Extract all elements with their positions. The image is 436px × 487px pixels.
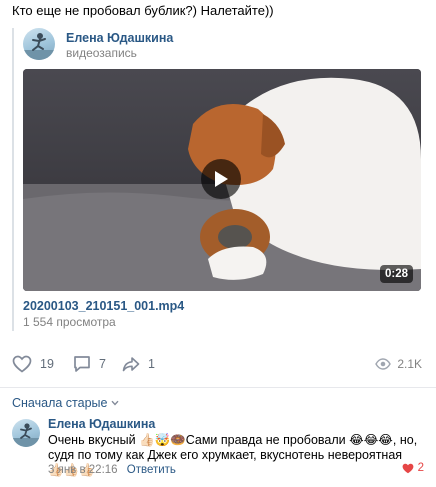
comment-like-button[interactable]: 2 — [402, 462, 424, 474]
comment-author[interactable]: Елена Юдашкина — [48, 417, 155, 431]
eye-icon — [375, 358, 392, 370]
heart-icon — [12, 355, 32, 373]
play-button[interactable] — [201, 159, 241, 199]
share-count: 1 — [148, 357, 155, 371]
play-icon — [215, 171, 228, 187]
video-title[interactable]: 20200103_210151_001.mp4 — [23, 299, 184, 313]
video-views: 1 554 просмотра — [23, 315, 116, 329]
video-duration: 0:28 — [379, 265, 413, 283]
comment-date[interactable]: 3 янв в 22:16 — [48, 464, 118, 476]
repost-block: Елена Юдашкина видеозапись 0:28 20200103… — [12, 28, 422, 331]
comment-button[interactable]: 7 — [73, 350, 106, 378]
avatar-image-icon — [23, 33, 55, 60]
views-count: 2.1K — [397, 357, 422, 371]
chevron-down-icon — [111, 400, 119, 406]
divider — [0, 387, 436, 388]
comments-sort-label: Сначала старые — [12, 396, 108, 410]
like-count: 19 — [40, 357, 54, 371]
share-button[interactable]: 1 — [122, 350, 155, 378]
post-actions: 19 7 1 2.1K — [0, 350, 436, 378]
comment-meta: 3 янв в 22:16 Ответить — [48, 464, 176, 476]
comment-icon — [74, 356, 90, 372]
repost-author-subtitle: видеозапись — [66, 46, 137, 60]
comment-count: 7 — [99, 357, 106, 371]
comments-sort-dropdown[interactable]: Сначала старые — [12, 396, 119, 410]
repost-author-name[interactable]: Елена Юдашкина — [66, 31, 173, 45]
heart-filled-icon — [402, 463, 413, 473]
post-text: Кто еще не пробовал бублик?) Налетайте)) — [12, 3, 274, 18]
video-player[interactable]: 0:28 — [23, 69, 421, 291]
views-counter: 2.1K — [375, 350, 422, 378]
reply-button[interactable]: Ответить — [127, 464, 176, 476]
comment-item: Елена Юдашкина Очень вкусный 👍🏻🤯🍩Сами пр… — [12, 415, 424, 481]
like-button[interactable]: 19 — [12, 350, 54, 378]
share-icon — [122, 357, 140, 372]
avatar[interactable] — [23, 28, 55, 60]
comment-like-count: 2 — [417, 462, 424, 474]
avatar-image-icon — [12, 423, 40, 447]
comment-avatar[interactable] — [12, 419, 40, 447]
